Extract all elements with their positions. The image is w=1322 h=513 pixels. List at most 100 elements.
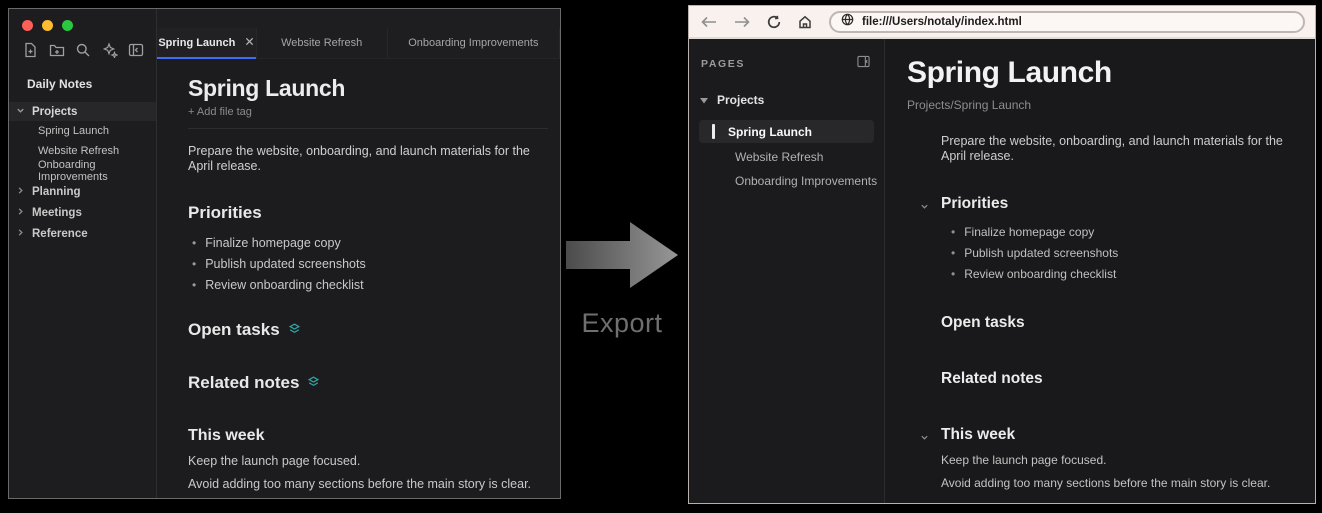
list-item: Finalize homepage copy (188, 232, 540, 253)
note-intro: Prepare the website, onboarding, and lau… (188, 144, 530, 173)
panel-toggle-icon[interactable] (857, 55, 870, 73)
priorities-list: Finalize homepage copy Publish updated s… (941, 221, 1291, 284)
pages-sidebar: PAGES Projects Spring Launch Website Ref… (689, 39, 885, 503)
heading-text: This week (188, 427, 265, 444)
heading-text: Related notes (188, 373, 300, 392)
tab-label: Website Refresh (281, 37, 363, 49)
list-item: Review onboarding checklist (188, 274, 540, 295)
tree-folder-meetings[interactable]: Meetings (9, 203, 156, 223)
notes-main-pane: Spring Launch Website Refresh Onboarding… (157, 9, 560, 498)
chevron-right-icon[interactable] (16, 207, 25, 219)
new-folder-icon[interactable] (49, 42, 65, 58)
list-item: Finalize homepage copy (941, 221, 1291, 242)
tree-item-spring-launch[interactable]: Spring Launch (9, 121, 156, 141)
heading-text: Priorities (941, 195, 1009, 212)
heading-text: Related notes (941, 370, 1043, 387)
page-intro: Prepare the website, onboarding, and lau… (941, 134, 1283, 163)
tree-item-website-refresh[interactable]: Website Refresh (9, 141, 156, 161)
list-item: Review onboarding checklist (941, 263, 1291, 284)
tab-onboarding-improvements[interactable]: Onboarding Improvements (388, 28, 560, 58)
new-note-icon[interactable] (22, 42, 38, 58)
page-item-spring-launch[interactable]: Spring Launch (699, 120, 874, 143)
this-week-line: Avoid adding too many sections before th… (941, 476, 1271, 490)
exported-page: PAGES Projects Spring Launch Website Ref… (689, 39, 1315, 503)
active-tab-indicator (157, 57, 256, 59)
maximize-window-button[interactable] (62, 20, 73, 31)
canvas: Daily Notes Projects Spring Launch Websi… (0, 0, 1322, 513)
page-item-onboarding-improvements[interactable]: Onboarding Improvements (689, 171, 884, 191)
tree-folder-label: Meetings (32, 207, 82, 219)
notes-sidebar: Daily Notes Projects Spring Launch Websi… (9, 9, 157, 498)
close-window-button[interactable] (22, 20, 33, 31)
chevron-right-icon[interactable] (16, 228, 25, 240)
breadcrumb: Projects/Spring Launch (907, 98, 1032, 112)
tab-label: Onboarding Improvements (408, 37, 539, 49)
heading-text: Open tasks (941, 314, 1025, 331)
browser-forward-button[interactable] (734, 16, 750, 28)
close-tab-icon[interactable] (245, 37, 254, 49)
this-week-heading: This week (188, 427, 540, 445)
group-label: Projects (717, 93, 765, 107)
address-bar[interactable]: file:///Users/notaly/index.html (829, 10, 1305, 33)
browser-reload-button[interactable] (767, 15, 781, 29)
search-icon[interactable] (75, 42, 91, 58)
pages-label: PAGES (701, 58, 745, 70)
file-tree: Projects Spring Launch Website Refresh O… (9, 102, 156, 244)
related-notes-heading: Related notes (941, 370, 1291, 388)
page-item-label: Spring Launch (728, 124, 812, 139)
page-document: Prepare the website, onboarding, and lau… (921, 134, 1291, 490)
list-item: Publish updated screenshots (188, 253, 540, 274)
priorities-list: Finalize homepage copy Publish updated s… (188, 232, 540, 295)
page-title: Spring Launch (907, 56, 1112, 89)
window-titlebar (9, 9, 156, 36)
daily-notes-label[interactable]: Daily Notes (9, 77, 156, 91)
browser-home-button[interactable] (798, 15, 812, 29)
tab-website-refresh[interactable]: Website Refresh (257, 28, 388, 58)
layers-embed-icon[interactable] (307, 373, 320, 393)
note-editor[interactable]: Spring Launch + Add file tag Prepare the… (157, 59, 560, 491)
chevron-right-icon[interactable] (16, 186, 25, 198)
pages-header: PAGES (689, 39, 884, 73)
export-label: Export (581, 308, 663, 338)
list-item: Publish updated screenshots (941, 242, 1291, 263)
tree-folder-label: Projects (32, 105, 78, 118)
priorities-heading: Priorities (921, 195, 1291, 213)
tab-label: Spring Launch (158, 37, 236, 49)
page-content: Spring Launch Projects/Spring Launch Pre… (885, 39, 1315, 503)
export-arrow-icon (566, 222, 678, 288)
tab-spring-launch[interactable]: Spring Launch (157, 28, 257, 59)
heading-text: Priorities (188, 203, 262, 222)
this-week-heading: This week (921, 426, 1291, 444)
tree-folder-label: Planning (32, 186, 81, 198)
priorities-heading: Priorities (188, 203, 540, 223)
browser-back-button[interactable] (701, 16, 717, 28)
notes-app-window: Daily Notes Projects Spring Launch Websi… (8, 8, 561, 499)
chevron-down-icon[interactable] (16, 106, 25, 118)
active-item-bar (712, 124, 715, 139)
collapse-chevron-icon[interactable] (920, 198, 929, 216)
tree-folder-projects[interactable]: Projects (9, 102, 156, 121)
tree-folder-reference[interactable]: Reference (9, 224, 156, 244)
page-item-website-refresh[interactable]: Website Refresh (689, 147, 884, 167)
pages-group-projects[interactable]: Projects (689, 91, 884, 109)
collapse-chevron-icon[interactable] (920, 429, 929, 447)
export-annotation: Export (566, 220, 678, 339)
this-week-line: Keep the launch page focused. (941, 453, 1107, 467)
tree-folder-label: Reference (32, 228, 88, 240)
globe-icon (841, 13, 854, 31)
this-week-line: Keep the launch page focused. (188, 454, 361, 468)
tree-item-onboarding-improvements[interactable]: Onboarding Improvements (9, 159, 156, 183)
minimize-window-button[interactable] (42, 20, 53, 31)
open-tasks-heading: Open tasks (941, 314, 1291, 332)
sparkles-icon[interactable] (102, 42, 118, 58)
heading-text: This week (941, 426, 1016, 443)
tree-folder-planning[interactable]: Planning (9, 182, 156, 202)
layers-embed-icon[interactable] (288, 320, 301, 340)
url-text: file:///Users/notaly/index.html (862, 15, 1022, 28)
browser-window: file:///Users/notaly/index.html PAGES Pr… (688, 5, 1316, 504)
add-file-tag-button[interactable]: + Add file tag (188, 106, 548, 129)
collapse-sidebar-icon[interactable] (128, 42, 144, 58)
related-notes-heading: Related notes (188, 373, 540, 393)
this-week-line: Avoid adding too many sections before th… (188, 477, 532, 491)
triangle-down-icon[interactable] (700, 91, 708, 109)
